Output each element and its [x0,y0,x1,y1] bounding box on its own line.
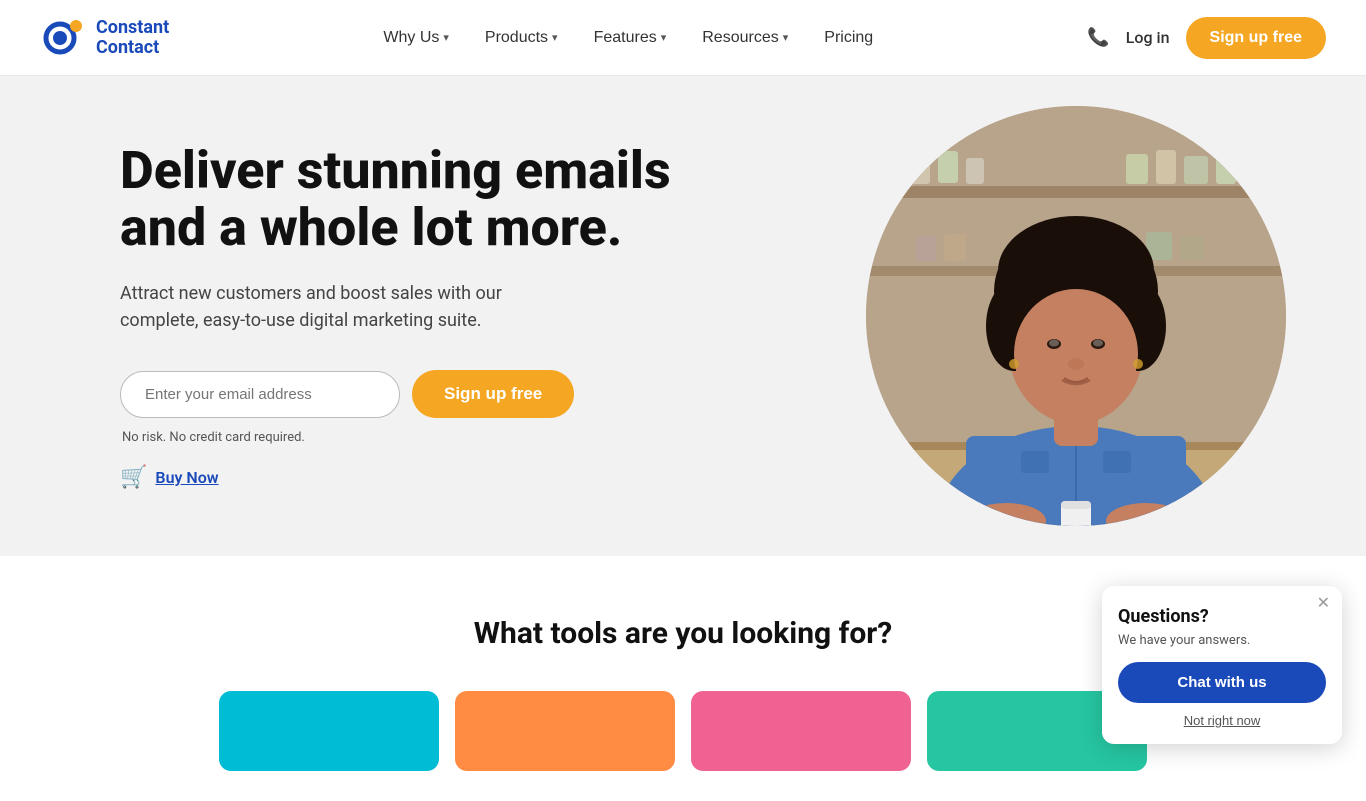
chat-subtitle: We have your answers. [1118,633,1326,648]
no-risk-text: No risk. No credit card required. [122,430,680,445]
navbar: Constant Contact Why Us ▾ Products ▾ Fea… [0,0,1366,76]
products-chevron-icon: ▾ [552,31,558,44]
tool-card-3[interactable] [691,691,911,771]
signup-button-nav[interactable]: Sign up free [1186,17,1326,59]
signup-button-hero[interactable]: Sign up free [412,370,574,418]
why-us-chevron-icon: ▾ [443,31,449,44]
hero-title: Deliver stunning emails and a whole lot … [120,142,680,256]
phone-icon[interactable]: 📞 [1087,27,1109,48]
buy-now-row: 🛒 Buy Now [120,465,680,490]
nav-pricing[interactable]: Pricing [808,21,889,55]
hero-image [866,106,1286,526]
resources-chevron-icon: ▾ [783,31,789,44]
hero-illustration [866,106,1286,526]
chat-widget: ✕ Questions? We have your answers. Chat … [1102,586,1342,744]
tool-card-2[interactable] [455,691,675,771]
nav-features[interactable]: Features ▾ [578,21,683,55]
logo-text: Constant Contact [96,18,169,58]
chat-title: Questions? [1118,606,1326,627]
email-input[interactable] [120,371,400,418]
hero-circle [866,106,1286,526]
tool-card-1[interactable] [219,691,439,771]
hero-subtitle: Attract new customers and boost sales wi… [120,280,580,334]
hero-content: Deliver stunning emails and a whole lot … [120,142,680,490]
chat-close-button[interactable]: ✕ [1317,596,1330,612]
nav-products[interactable]: Products ▾ [469,21,574,55]
logo[interactable]: Constant Contact [40,14,169,62]
cart-icon: 🛒 [120,465,147,490]
hero-form: Sign up free [120,370,680,418]
nav-links: Why Us ▾ Products ▾ Features ▾ Resources… [367,21,889,55]
chat-with-us-button[interactable]: Chat with us [1118,662,1326,703]
nav-right: 📞 Log in Sign up free [1087,17,1326,59]
not-now-button[interactable]: Not right now [1118,713,1326,728]
hero-section: Deliver stunning emails and a whole lot … [0,76,1366,556]
nav-why-us[interactable]: Why Us ▾ [367,21,465,55]
buy-now-link[interactable]: Buy Now [155,468,218,487]
nav-resources[interactable]: Resources ▾ [686,21,804,55]
features-chevron-icon: ▾ [661,31,667,44]
login-link[interactable]: Log in [1126,28,1170,47]
logo-icon [40,14,88,62]
